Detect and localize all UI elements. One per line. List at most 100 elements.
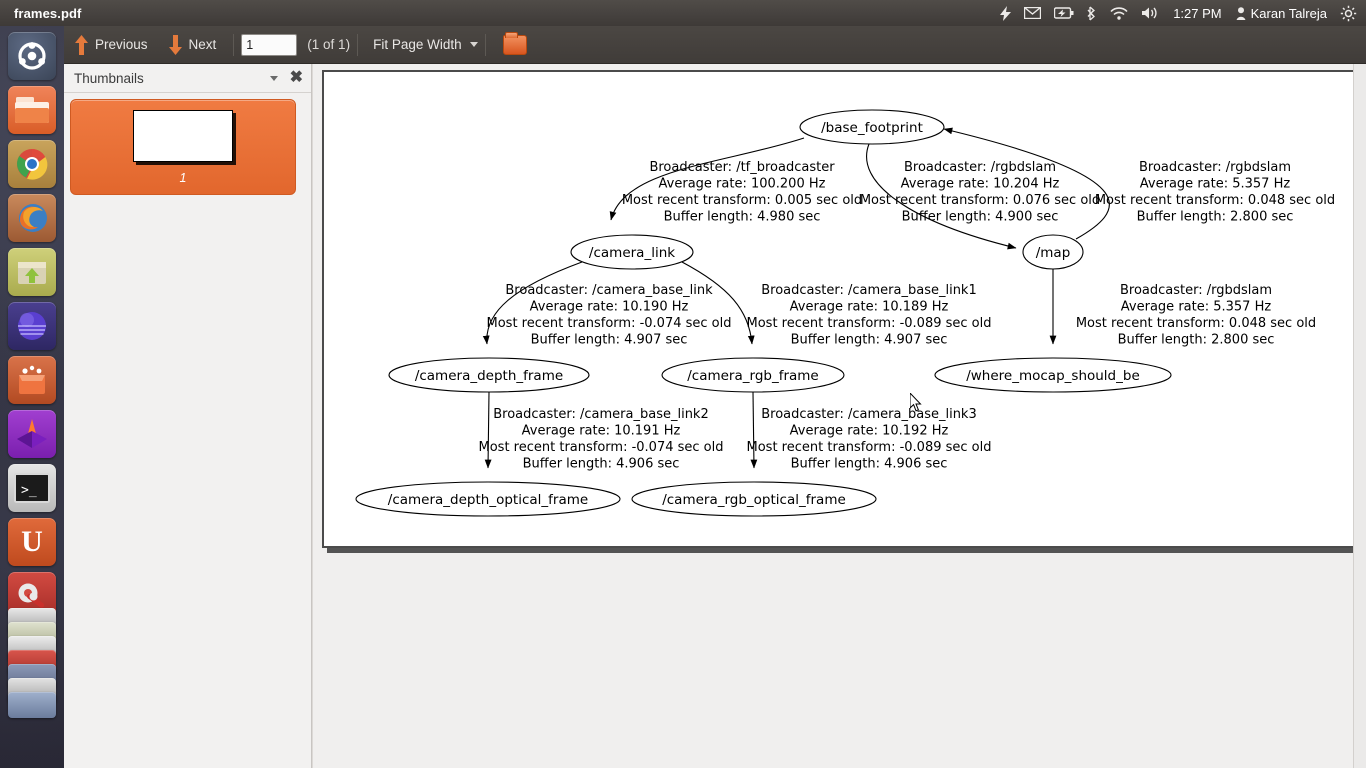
edge-label-line: Buffer length: 4.906 sec [523,457,680,472]
edge-label-rgbdslam_right: Broadcaster: /rgbdslam Average rate: 5.35… [1095,160,1335,225]
toolbar-separator-2 [357,33,359,56]
edge-path-camera_base_link2 [484,391,492,469]
edge-label-line: Broadcaster: /camera_base_link2 [493,407,708,422]
launcher-item-stacked-app-7[interactable] [8,692,56,718]
toolbar: Previous Next (1 of 1) Fit Page Width [64,26,1366,64]
tf-frames-graph: /base_footprint/camera_link/map/camera_d… [355,109,1336,517]
previous-button-label: Previous [95,37,148,52]
launcher-item-globe-app[interactable] [8,302,56,350]
top-panel: frames.pdf 1:27 PM Karan Talreja [0,0,1366,26]
thumbnail-item[interactable]: 1 [70,99,296,195]
clock[interactable]: 1:27 PM [1172,6,1222,21]
bluetooth-icon[interactable] [1087,6,1097,21]
user-name: Karan Talreja [1250,5,1327,21]
graph-node-where_mocap_should_be: /where_mocap_should_be [934,357,1172,393]
chrome-icon [17,149,48,180]
wifi-icon[interactable] [1110,6,1128,20]
folder-icon [15,97,49,123]
edge-label-line: Most recent transform: -0.089 sec old [747,440,992,455]
launcher-item-files[interactable] [8,86,56,134]
thumbnails-list[interactable]: 1 [64,92,311,768]
open-file-button[interactable] [493,31,537,55]
edge-label-line: Broadcaster: /camera_base_link [505,283,713,298]
launcher-item-ubuntu-dash[interactable] [8,32,56,80]
vertical-scrollbar[interactable] [1353,64,1366,768]
launcher-item-firefox[interactable] [8,194,56,242]
page-number-input[interactable] [241,33,298,56]
gear-icon[interactable] [1340,5,1357,22]
edge-label-line: Broadcaster: /camera_base_link1 [761,283,976,298]
gnuplot-icon [17,419,47,448]
edge-label-line: Most recent transform: 0.048 sec old [1095,193,1335,208]
chevron-down-icon[interactable] [269,75,278,81]
edge-label-camera_base_link2: Broadcaster: /camera_base_link2 Average r… [479,407,724,472]
edge-label-rgbdslam_mocap: Broadcaster: /rgbdslam Average rate: 5.35… [1076,283,1316,348]
edge-label-line: Average rate: 10.189 Hz [790,300,949,315]
firefox-icon [19,204,47,232]
chevron-down-icon[interactable] [469,42,478,47]
arrow-up-icon [75,34,88,55]
node-label: /camera_rgb_optical_frame [662,492,846,508]
battery-icon[interactable] [1054,7,1074,19]
close-icon[interactable]: ✖ [290,70,303,86]
thumbnails-title: Thumbnails [74,70,144,86]
edge-label-line: Buffer length: 2.800 sec [1118,333,1275,348]
edge-label-rgbdslam_map_to_base: Broadcaster: /rgbdslam Average rate: 10.2… [860,160,1100,225]
launcher-item-terminal[interactable]: >_ [8,464,56,512]
graph-edge-labels: Broadcaster: /tf_broadcaster Average rate… [479,160,1336,472]
launcher-item-ubuntu-software-center[interactable] [8,248,56,296]
edge-path-camera_base_link1 [681,261,755,345]
document-view[interactable]: /base_footprint/camera_link/map/camera_d… [312,64,1366,768]
page-count-label: (1 of 1) [307,37,351,52]
edge-label-tf_broadcaster: Broadcaster: /tf_broadcaster Average rate… [622,160,862,225]
edge-label-line: Average rate: 10.191 Hz [522,424,681,439]
edge-label-line: Buffer length: 4.980 sec [664,210,821,225]
edge-label-line: Most recent transform: -0.089 sec old [747,316,992,331]
edge-label-line: Buffer length: 4.900 sec [902,210,1059,225]
edge-label-line: Broadcaster: /rgbdslam [904,160,1056,175]
node-label: /where_mocap_should_be [966,368,1140,384]
graph-node-camera_rgb_optical_frame: /camera_rgb_optical_frame [631,481,877,517]
pdf-page: /base_footprint/camera_link/map/camera_d… [322,70,1362,548]
graph-node-base_footprint: /base_footprint [799,109,945,145]
window-title: frames.pdf [14,5,82,21]
volume-icon[interactable] [1141,6,1159,20]
edge-label-line: Most recent transform: -0.074 sec old [487,316,732,331]
previous-button[interactable]: Previous [64,30,158,60]
launcher-item-software-bag[interactable] [8,356,56,404]
system-tray: 1:27 PM Karan Talreja [1000,5,1366,22]
graph-node-camera_rgb_frame: /camera_rgb_frame [661,357,845,393]
launcher-item-google-chrome[interactable] [8,140,56,188]
open-folder-icon [502,31,527,55]
power-bolt-icon[interactable] [1000,5,1012,21]
mouse-cursor [910,393,922,412]
zoom-mode-label[interactable]: Fit Page Width [365,37,470,52]
next-button-label: Next [188,37,217,52]
edge-label-line: Broadcaster: /rgbdslam [1120,283,1272,298]
graph-node-camera_depth_optical_frame: /camera_depth_optical_frame [355,481,621,517]
edge-label-line: Buffer length: 4.907 sec [791,333,948,348]
mail-icon[interactable] [1024,7,1042,19]
launcher-item-gnuplot[interactable] [8,410,56,458]
launcher-item-ubuntu-one[interactable]: U [8,518,56,566]
app-body: Thumbnails ✖ 1 /base_footprint /camera_l… [64,64,1366,768]
box-download-icon [18,262,46,284]
terminal-icon: >_ [14,473,50,503]
edge-label-line: Buffer length: 4.906 sec [791,457,948,472]
edge-label-line: Broadcaster: /tf_broadcaster [649,160,835,175]
edge-label-line: Average rate: 5.357 Hz [1140,177,1291,192]
edge-label-line: Most recent transform: 0.076 sec old [860,193,1100,208]
user-menu[interactable]: Karan Talreja [1236,6,1327,21]
node-label: /map [1036,245,1071,261]
next-button[interactable]: Next [158,30,227,60]
ubuntu-logo-icon [18,42,46,70]
toolbar-separator-3 [484,33,486,56]
edge-label-line: Buffer length: 2.800 sec [1137,210,1294,225]
edge-label-camera_base_link3: Broadcaster: /camera_base_link3 Average r… [747,407,992,472]
unity-launcher: >_ U [0,26,64,768]
edge-label-line: Average rate: 100.200 Hz [659,177,826,192]
svg-text:>_: >_ [21,483,37,498]
globe-icon [18,312,46,340]
thumbnails-sidebar: Thumbnails ✖ 1 [64,64,312,768]
thumbnails-header: Thumbnails ✖ [64,64,311,92]
